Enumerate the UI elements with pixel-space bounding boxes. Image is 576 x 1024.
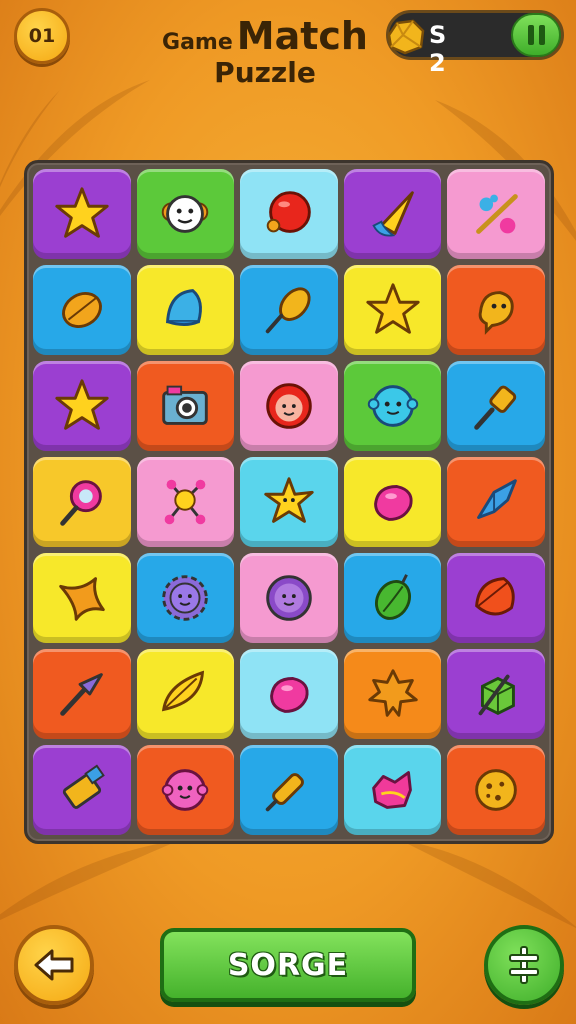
score-display: S 2 bbox=[386, 10, 564, 77]
level-label: 01 bbox=[28, 25, 56, 47]
magnifier-icon bbox=[60, 480, 102, 526]
board-tile[interactable] bbox=[136, 649, 235, 739]
board-tile[interactable] bbox=[136, 361, 235, 451]
yellow-blob-icon bbox=[478, 291, 514, 335]
pink-blob-icon bbox=[373, 485, 413, 521]
board-tile[interactable] bbox=[343, 361, 442, 451]
board-tile[interactable] bbox=[343, 745, 442, 835]
pause-icon bbox=[527, 25, 534, 45]
board-tile[interactable] bbox=[447, 169, 545, 259]
camera-icon bbox=[162, 385, 209, 425]
yellow-star-creature-icon bbox=[264, 477, 314, 523]
gear-face-icon bbox=[162, 575, 209, 621]
arrow-left-icon bbox=[34, 949, 74, 981]
paintbrush-icon bbox=[474, 385, 517, 430]
title-line2: Puzzle bbox=[214, 56, 316, 89]
board-tile[interactable] bbox=[33, 457, 131, 547]
orange-leaf-icon bbox=[475, 577, 515, 616]
pause-icon-bar bbox=[538, 25, 545, 45]
board-tile[interactable] bbox=[447, 745, 545, 835]
board-tile[interactable] bbox=[33, 649, 131, 739]
cone-icon bbox=[371, 191, 414, 237]
back-button[interactable] bbox=[14, 925, 94, 1005]
board-tile[interactable] bbox=[447, 361, 545, 451]
board-tile[interactable] bbox=[33, 361, 131, 451]
title-small: Game bbox=[162, 30, 233, 55]
game-title: Game Match Puzzle bbox=[150, 14, 380, 89]
purple-face-icon bbox=[266, 575, 312, 621]
green-fruit-icon bbox=[374, 574, 411, 620]
corn-icon bbox=[265, 287, 311, 334]
brush-icon bbox=[476, 194, 518, 234]
title-big: Match bbox=[236, 14, 368, 58]
red-flower-face-icon bbox=[266, 383, 312, 429]
board-tile[interactable] bbox=[447, 265, 545, 355]
level-button[interactable]: 01 bbox=[14, 8, 70, 64]
game-board bbox=[24, 160, 554, 844]
pink-blob-icon bbox=[270, 677, 309, 713]
board-tile[interactable] bbox=[136, 169, 235, 259]
green-cube-icon bbox=[478, 674, 516, 716]
star-icon bbox=[55, 187, 109, 238]
pink-flower-icon bbox=[371, 771, 412, 809]
board-tile[interactable] bbox=[343, 457, 442, 547]
clown-face-icon bbox=[162, 195, 209, 233]
board-tile[interactable] bbox=[240, 649, 338, 739]
pink-face-icon bbox=[162, 769, 209, 811]
molecule-icon bbox=[165, 479, 206, 525]
board-tile[interactable] bbox=[447, 649, 545, 739]
board-tile[interactable] bbox=[240, 361, 338, 451]
blue-face-icon bbox=[367, 385, 418, 427]
seed-icon bbox=[61, 291, 102, 329]
board-tile[interactable] bbox=[136, 553, 235, 643]
board-tile[interactable] bbox=[136, 745, 235, 835]
board-tile[interactable] bbox=[33, 745, 131, 835]
board-tile[interactable] bbox=[343, 169, 442, 259]
board-tile[interactable] bbox=[33, 553, 131, 643]
red-ball-icon bbox=[266, 191, 311, 233]
main-action-label: SORGE bbox=[227, 947, 349, 983]
board-tile[interactable] bbox=[343, 649, 442, 739]
board-tile[interactable] bbox=[240, 457, 338, 547]
board-tile[interactable] bbox=[240, 745, 338, 835]
board-tile[interactable] bbox=[240, 169, 338, 259]
board-tile[interactable] bbox=[136, 457, 235, 547]
star-icon bbox=[55, 379, 109, 430]
board-tile[interactable] bbox=[33, 169, 131, 259]
board-tile[interactable] bbox=[343, 265, 442, 355]
marker-icon bbox=[265, 773, 304, 812]
gold-nugget-icon bbox=[387, 19, 425, 55]
board-tile[interactable] bbox=[447, 553, 545, 643]
blue-gem-icon bbox=[477, 479, 518, 519]
orange-starfish-icon bbox=[59, 577, 105, 621]
board-tile[interactable] bbox=[343, 553, 442, 643]
board-tile[interactable] bbox=[33, 265, 131, 355]
blue-shell-icon bbox=[166, 289, 203, 326]
star-icon bbox=[365, 283, 420, 334]
usb-icon bbox=[62, 764, 105, 809]
arrowhead-icon bbox=[60, 673, 103, 716]
board-tile[interactable] bbox=[136, 265, 235, 355]
maple-leaf-icon bbox=[367, 669, 418, 717]
cookie-icon bbox=[475, 769, 518, 811]
menu-button[interactable] bbox=[484, 925, 564, 1005]
board-tile[interactable] bbox=[447, 457, 545, 547]
score-value: S 2 bbox=[429, 21, 461, 77]
pause-button[interactable] bbox=[511, 13, 561, 57]
board-tile[interactable] bbox=[240, 265, 338, 355]
menu-icon bbox=[509, 946, 539, 984]
yellow-leaf-icon bbox=[162, 670, 205, 712]
main-action-button[interactable]: SORGE bbox=[160, 928, 416, 1002]
board-tile[interactable] bbox=[240, 553, 338, 643]
